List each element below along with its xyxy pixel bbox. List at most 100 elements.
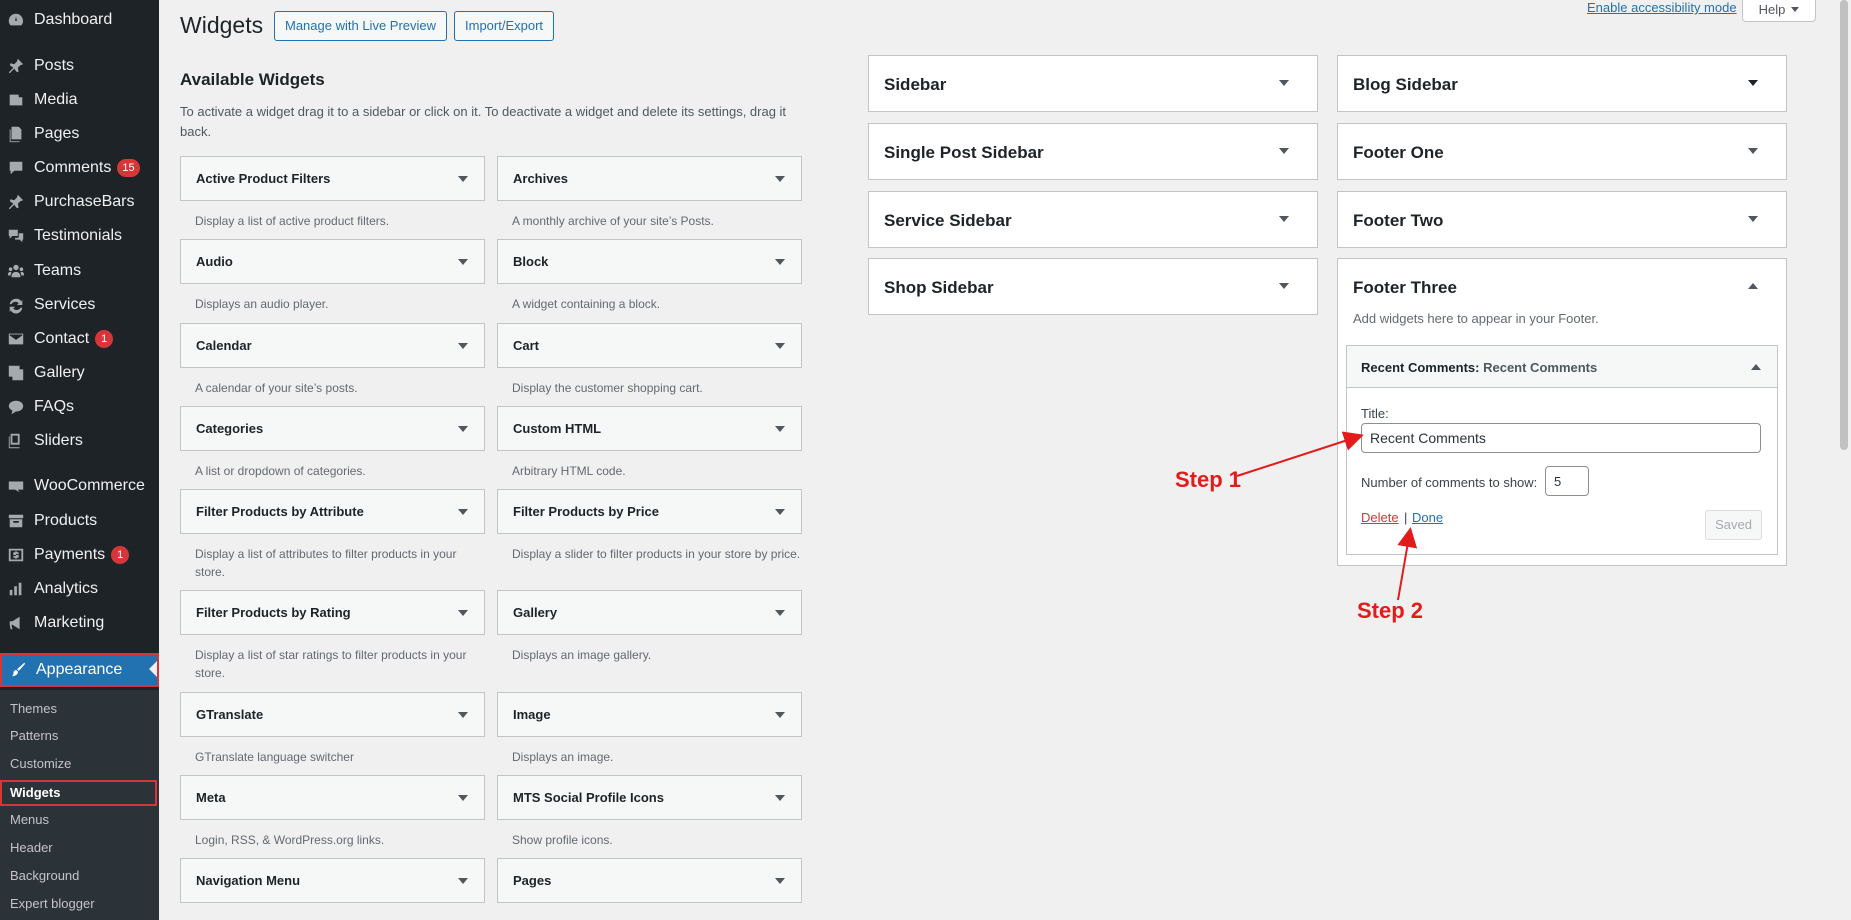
menu-contact[interactable]: Contact 1 — [0, 324, 159, 354]
toggle-arrow-up-icon[interactable] — [1748, 283, 1758, 289]
sidebar-area-sidebar[interactable]: Sidebar — [868, 55, 1318, 112]
widget-item[interactable]: Filter Products by Price — [497, 489, 802, 534]
toggle-arrow-icon[interactable] — [1748, 148, 1758, 154]
menu-dashboard[interactable]: Dashboard — [0, 5, 159, 35]
submenu-themes[interactable]: Themes — [10, 701, 57, 716]
toggle-arrow-icon[interactable] — [1279, 283, 1289, 289]
widget-item[interactable]: Pages — [497, 858, 802, 903]
menu-faqs[interactable]: FAQs — [0, 392, 159, 422]
menu-payments[interactable]: Payments 1 — [0, 540, 159, 570]
toggle-arrow-icon[interactable] — [775, 426, 785, 432]
menu-services[interactable]: Services — [0, 290, 159, 320]
toggle-arrow-icon[interactable] — [775, 259, 785, 265]
link-separator: | — [1404, 510, 1408, 525]
toggle-arrow-icon[interactable] — [458, 610, 468, 616]
widget-item[interactable]: GTranslate — [180, 692, 485, 737]
menu-sliders[interactable]: Sliders — [0, 426, 159, 456]
saved-button[interactable]: Saved — [1705, 510, 1762, 540]
menu-testimonials[interactable]: Testimonials — [0, 221, 159, 251]
menu-teams[interactable]: Teams — [0, 256, 159, 286]
number-of-comments-input[interactable] — [1545, 466, 1589, 496]
toggle-arrow-icon[interactable] — [775, 712, 785, 718]
sidebar-area-footer-two[interactable]: Footer Two — [1337, 191, 1787, 248]
widget-item-description: Display the customer shopping cart. — [512, 381, 703, 395]
sidebar-area-blog[interactable]: Blog Sidebar — [1337, 55, 1787, 112]
menu-label: WooCommerce — [34, 477, 145, 494]
widget-item[interactable]: Cart — [497, 323, 802, 368]
done-link[interactable]: Done — [1412, 510, 1443, 525]
sidebar-area-title: Footer One — [1353, 143, 1444, 162]
toggle-arrow-icon[interactable] — [1279, 216, 1289, 222]
menu-gallery[interactable]: Gallery — [0, 358, 159, 388]
toggle-arrow-icon[interactable] — [775, 509, 785, 515]
toggle-arrow-icon[interactable] — [775, 176, 785, 182]
sidebar-area-service[interactable]: Service Sidebar — [868, 191, 1318, 248]
menu-label: Services — [34, 296, 96, 313]
toggle-arrow-icon[interactable] — [458, 795, 468, 801]
menu-analytics[interactable]: Analytics — [0, 574, 159, 604]
menu-woocommerce[interactable]: WooCommerce — [0, 471, 159, 501]
toggle-arrow-icon[interactable] — [458, 259, 468, 265]
widget-item[interactable]: Navigation Menu — [180, 858, 485, 903]
submenu-customize[interactable]: Customize — [10, 756, 71, 771]
sidebar-area-shop[interactable]: Shop Sidebar — [868, 258, 1318, 315]
submenu-menus[interactable]: Menus — [10, 812, 49, 827]
import-export-button[interactable]: Import/Export — [454, 11, 555, 41]
widget-item[interactable]: MTS Social Profile Icons — [497, 775, 802, 820]
submenu-header[interactable]: Header — [10, 840, 53, 855]
scrollbar-thumb[interactable] — [1840, 0, 1848, 450]
widget-item-description: Display a list of star ratings to filter… — [195, 648, 467, 680]
manage-live-preview-button[interactable]: Manage with Live Preview — [274, 11, 448, 41]
menu-pages[interactable]: Pages — [0, 119, 159, 149]
widget-item[interactable]: Active Product Filters — [180, 156, 485, 201]
title-input[interactable] — [1361, 423, 1761, 453]
collapse-arrow-icon[interactable] — [1751, 364, 1761, 370]
menu-products[interactable]: Products — [0, 506, 159, 536]
toggle-arrow-icon[interactable] — [458, 712, 468, 718]
toggle-arrow-icon[interactable] — [458, 176, 468, 182]
widget-item[interactable]: Image — [497, 692, 802, 737]
widget-instance-title: Recent Comments — [1483, 360, 1598, 375]
toggle-arrow-icon[interactable] — [458, 343, 468, 349]
submenu-widgets[interactable]: Widgets — [0, 780, 157, 806]
sidebar-area-footer-three[interactable]: Footer Three Add widgets here to appear … — [1337, 258, 1787, 566]
toggle-arrow-icon[interactable] — [458, 509, 468, 515]
widget-item[interactable]: Categories — [180, 406, 485, 451]
toggle-arrow-icon[interactable] — [775, 795, 785, 801]
widget-item[interactable]: Gallery — [497, 590, 802, 635]
submenu-expert-blogger[interactable]: Expert blogger — [10, 896, 95, 911]
toggle-arrow-icon[interactable] — [458, 426, 468, 432]
recent-comments-widget-header[interactable]: Recent Comments: Recent Comments — [1347, 346, 1777, 388]
submenu-background[interactable]: Background — [10, 868, 79, 883]
widget-item[interactable]: Filter Products by Attribute — [180, 489, 485, 534]
delete-link[interactable]: Delete — [1361, 510, 1399, 525]
menu-comments[interactable]: Comments 15 — [0, 153, 159, 183]
menu-posts[interactable]: Posts — [0, 51, 159, 81]
widget-item[interactable]: Meta — [180, 775, 485, 820]
toggle-arrow-icon[interactable] — [775, 878, 785, 884]
menu-appearance[interactable]: Appearance — [0, 653, 159, 687]
widget-item[interactable]: Archives — [497, 156, 802, 201]
widget-item[interactable]: Filter Products by Rating — [180, 590, 485, 635]
menu-marketing[interactable]: Marketing — [0, 608, 159, 638]
title-label: Title: — [1361, 406, 1389, 421]
sidebar-area-single-post[interactable]: Single Post Sidebar — [868, 123, 1318, 180]
toggle-arrow-icon[interactable] — [1279, 148, 1289, 154]
widget-item[interactable]: Calendar — [180, 323, 485, 368]
submenu-patterns[interactable]: Patterns — [10, 728, 58, 743]
toggle-arrow-icon[interactable] — [1748, 80, 1758, 86]
widget-item[interactable]: Custom HTML — [497, 406, 802, 451]
toggle-arrow-icon[interactable] — [458, 878, 468, 884]
toggle-arrow-icon[interactable] — [1748, 216, 1758, 222]
sidebar-area-footer-one[interactable]: Footer One — [1337, 123, 1787, 180]
page-scrollbar[interactable] — [1837, 0, 1851, 920]
toggle-arrow-icon[interactable] — [775, 343, 785, 349]
menu-media[interactable]: Media — [0, 85, 159, 115]
widget-item[interactable]: Audio — [180, 239, 485, 284]
widget-item[interactable]: Block — [497, 239, 802, 284]
menu-purchasebars[interactable]: PurchaseBars — [0, 187, 159, 217]
toggle-arrow-icon[interactable] — [775, 610, 785, 616]
toggle-arrow-icon[interactable] — [1279, 80, 1289, 86]
enable-accessibility-mode-link[interactable]: Enable accessibility mode — [1587, 0, 1737, 15]
help-tab-button[interactable]: Help — [1742, 0, 1816, 22]
